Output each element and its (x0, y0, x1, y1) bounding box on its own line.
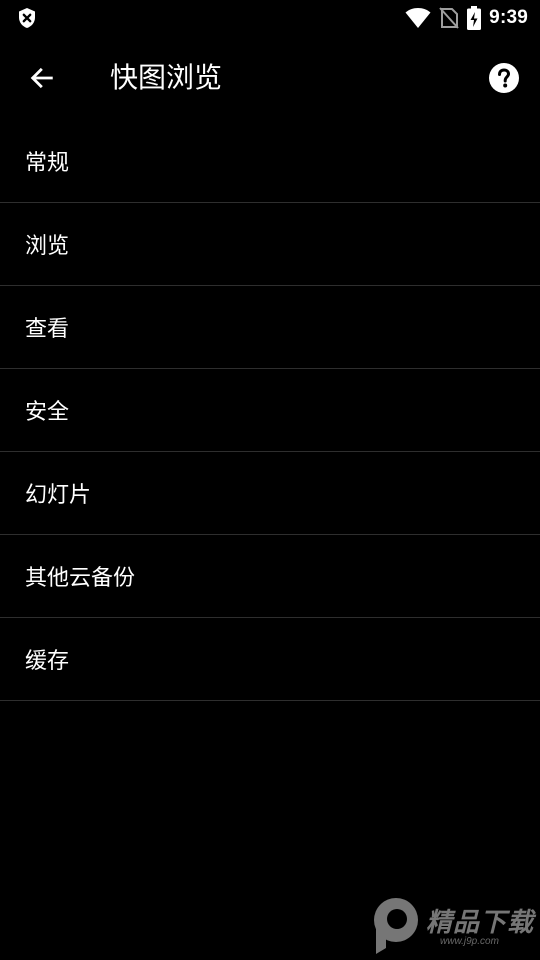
settings-item-label: 浏览 (25, 234, 70, 259)
settings-item-label: 幻灯片 (25, 483, 92, 508)
no-sim-icon (439, 7, 459, 29)
page-title: 快图浏览 (110, 61, 223, 94)
help-button[interactable] (486, 60, 522, 96)
settings-item-label: 常规 (25, 151, 70, 176)
status-icons: 9:39 (405, 0, 528, 36)
watermark-url: www.j9p.com (440, 936, 499, 947)
settings-item-label: 安全 (25, 400, 70, 425)
settings-item-browse[interactable]: 浏览 (0, 203, 540, 286)
wifi-icon (405, 8, 431, 28)
settings-item-general[interactable]: 常规 (0, 120, 540, 203)
watermark-text: 精品下载 (426, 908, 535, 938)
back-button[interactable] (18, 54, 66, 102)
status-time: 9:39 (489, 7, 528, 28)
settings-item-slideshow[interactable]: 幻灯片 (0, 452, 540, 535)
settings-item-view[interactable]: 查看 (0, 286, 540, 369)
settings-item-label: 缓存 (25, 649, 70, 674)
settings-item-cloud-backup[interactable]: 其他云备份 (0, 535, 540, 618)
settings-item-cache[interactable]: 缓存 (0, 618, 540, 701)
watermark-logo-icon (374, 898, 418, 954)
settings-list: 常规 浏览 查看 安全 幻灯片 其他云备份 缓存 (0, 120, 540, 701)
help-circle-icon (489, 63, 519, 93)
settings-item-security[interactable]: 安全 (0, 369, 540, 452)
app-bar: 快图浏览 (0, 36, 540, 120)
arrow-left-icon (30, 67, 53, 89)
watermark: 精品下载 www.j9p.com (366, 894, 536, 958)
shield-x-icon (19, 8, 35, 28)
settings-item-label: 查看 (25, 317, 70, 342)
settings-item-label: 其他云备份 (25, 566, 136, 591)
status-bar: 9:39 (0, 0, 540, 36)
battery-charging-icon (467, 6, 482, 30)
